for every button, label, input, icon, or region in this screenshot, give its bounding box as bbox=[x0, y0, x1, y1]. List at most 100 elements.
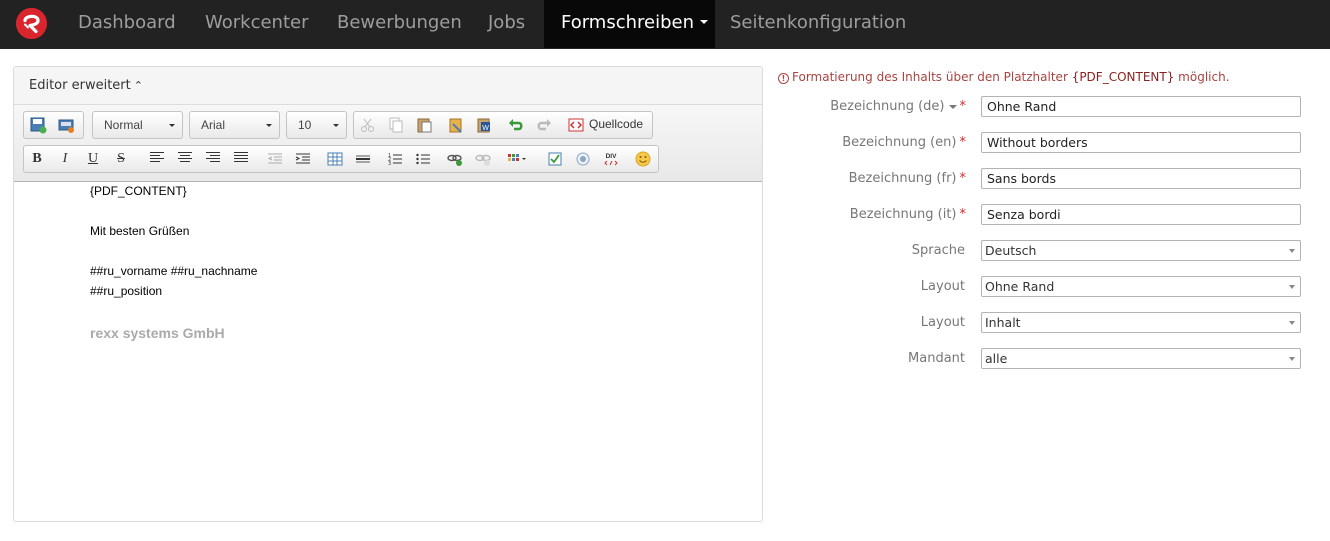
label-layout-1: Layout bbox=[920, 279, 965, 294]
select-arrow-icon bbox=[1289, 249, 1295, 253]
label-name-it-text: Bezeichnung (it) bbox=[849, 207, 957, 222]
nav-bewerbungen[interactable]: Bewerbungen bbox=[320, 0, 479, 48]
strike-button[interactable]: S bbox=[112, 150, 130, 168]
select-layout-2-value: Inhalt bbox=[985, 315, 1021, 330]
input-name-it[interactable]: Senza bordi bbox=[981, 204, 1301, 225]
input-name-en[interactable]: Without borders bbox=[981, 132, 1301, 153]
svg-text:3: 3 bbox=[388, 161, 391, 167]
form-row-language: Sprache Deutsch bbox=[780, 240, 1302, 262]
editor-header[interactable]: Editor erweitert ⌃ bbox=[14, 67, 762, 105]
info-exclamation-icon: ! bbox=[778, 73, 789, 84]
save-template-icon[interactable] bbox=[29, 116, 47, 134]
label-name-fr-text: Bezeichnung (fr) bbox=[848, 171, 957, 186]
form-row-client: Mandant alle bbox=[780, 348, 1302, 370]
content-name-line: ##ru_vorname ##ru_nachname bbox=[90, 264, 258, 278]
undo-icon[interactable] bbox=[507, 116, 525, 134]
font-select[interactable]: Arial bbox=[189, 111, 280, 139]
div-container-icon[interactable]: DIV bbox=[602, 150, 620, 168]
content-company-name: rexx systems GmbH bbox=[90, 325, 225, 341]
label-name-it: Bezeichnung (it) * bbox=[850, 207, 966, 222]
paste-icon[interactable] bbox=[415, 116, 433, 134]
editor-toolbar: Normal Arial 10 W Quellcode B I U S 1 2 … bbox=[14, 105, 762, 182]
placeholder-menu-icon[interactable] bbox=[506, 150, 530, 168]
nav-dashboard[interactable]: Dashboard bbox=[61, 0, 193, 48]
form-row-name-fr: Bezeichnung (fr) * Sans bords bbox=[780, 168, 1302, 190]
label-name-fr: Bezeichnung (fr) * bbox=[849, 171, 966, 186]
align-left-icon[interactable] bbox=[150, 152, 164, 164]
outdent-icon[interactable] bbox=[266, 150, 284, 168]
form-row-name-en: Bezeichnung (en) * Without borders bbox=[780, 132, 1302, 154]
info-suffix: möglich. bbox=[1174, 70, 1230, 84]
paste-word-icon[interactable]: W bbox=[475, 116, 493, 134]
label-name-en-text: Bezeichnung (en) bbox=[842, 135, 957, 150]
horizontal-rule-icon[interactable] bbox=[354, 150, 372, 168]
required-asterisk: * bbox=[959, 207, 967, 222]
select-language[interactable]: Deutsch bbox=[981, 240, 1301, 261]
label-name-en: Bezeichnung (en) * bbox=[842, 135, 966, 150]
input-name-fr[interactable]: Sans bords bbox=[981, 168, 1301, 189]
source-code-icon[interactable] bbox=[567, 116, 585, 134]
double-chevron-up-icon: ⌃ bbox=[133, 79, 143, 92]
table-icon[interactable] bbox=[326, 150, 344, 168]
align-center-icon[interactable] bbox=[178, 152, 192, 164]
font-select-value: Arial bbox=[201, 118, 226, 132]
nav-jobs[interactable]: Jobs bbox=[471, 0, 542, 48]
select-client[interactable]: alle bbox=[981, 348, 1301, 369]
label-language: Sprache bbox=[911, 243, 965, 258]
toolbar-group-format: B I U S 123 DIV bbox=[23, 145, 659, 173]
size-select[interactable]: 10 bbox=[286, 111, 347, 139]
select-arrow-icon bbox=[1289, 285, 1295, 289]
form-row-name-it: Bezeichnung (it) * Senza bordi bbox=[780, 204, 1302, 226]
language-dropdown-caret-icon[interactable] bbox=[948, 104, 957, 109]
underline-button[interactable]: U bbox=[84, 150, 102, 168]
editor-title[interactable]: Editor erweitert ⌃ bbox=[29, 78, 143, 93]
unlink-icon[interactable] bbox=[474, 150, 492, 168]
align-right-icon[interactable] bbox=[206, 152, 220, 164]
info-placeholder: {PDF_CONTENT} bbox=[1071, 70, 1175, 84]
input-name-de[interactable]: Ohne Rand bbox=[981, 96, 1301, 117]
editor-panel: Editor erweitert ⌃ Normal Arial 10 W Quel… bbox=[13, 66, 763, 522]
link-icon[interactable] bbox=[446, 150, 464, 168]
select-layout-1-value: Ohne Rand bbox=[985, 279, 1055, 294]
format-select[interactable]: Normal bbox=[92, 111, 183, 139]
checkbox-icon[interactable] bbox=[546, 150, 564, 168]
nav-formschreiben[interactable]: Formschreiben bbox=[544, 0, 715, 48]
italic-button[interactable]: I bbox=[56, 150, 74, 168]
numbered-list-icon[interactable]: 123 bbox=[386, 150, 404, 168]
label-layout-2: Layout bbox=[920, 315, 965, 330]
smiley-icon[interactable] bbox=[634, 150, 652, 168]
nav-seitenkonfiguration[interactable]: Seitenkonfiguration bbox=[713, 0, 923, 48]
cut-icon[interactable] bbox=[359, 116, 377, 134]
required-asterisk: * bbox=[959, 99, 967, 114]
editor-content-area[interactable]: {PDF_CONTENT} Mit besten Grüßen ##ru_vor… bbox=[14, 183, 762, 521]
bullet-list-icon[interactable] bbox=[414, 150, 432, 168]
svg-text:DIV: DIV bbox=[606, 153, 618, 160]
paste-text-icon[interactable] bbox=[447, 116, 465, 134]
size-select-value: 10 bbox=[298, 118, 312, 132]
select-layout-1[interactable]: Ohne Rand bbox=[981, 276, 1301, 297]
select-arrow-icon bbox=[1289, 357, 1295, 361]
nav-formschreiben-label: Formschreiben bbox=[561, 12, 695, 33]
rexx-logo-icon[interactable] bbox=[16, 8, 47, 39]
nav-workcenter[interactable]: Workcenter bbox=[188, 0, 326, 48]
radio-icon[interactable] bbox=[574, 150, 592, 168]
format-select-value: Normal bbox=[104, 118, 143, 132]
svg-text:W: W bbox=[482, 125, 489, 132]
toolbar-group-save bbox=[23, 111, 84, 139]
copy-icon[interactable] bbox=[387, 116, 405, 134]
export-pdf-icon[interactable] bbox=[57, 116, 75, 134]
redo-icon[interactable] bbox=[535, 116, 553, 134]
editor-title-label: Editor erweitert bbox=[29, 78, 131, 93]
indent-icon[interactable] bbox=[294, 150, 312, 168]
content-position-line: ##ru_position bbox=[90, 284, 163, 298]
select-layout-2[interactable]: Inhalt bbox=[981, 312, 1301, 333]
toolbar-group-edit: W Quellcode bbox=[353, 111, 653, 139]
source-code-button[interactable]: Quellcode bbox=[589, 117, 643, 131]
align-justify-icon[interactable] bbox=[234, 152, 248, 164]
caret-down-icon bbox=[700, 20, 709, 24]
form-row-layout-1: Layout Ohne Rand bbox=[780, 276, 1302, 298]
label-client: Mandant bbox=[908, 351, 965, 366]
bold-button[interactable]: B bbox=[28, 150, 46, 168]
select-language-value: Deutsch bbox=[985, 243, 1037, 258]
label-name-de[interactable]: Bezeichnung (de) * bbox=[830, 99, 966, 114]
